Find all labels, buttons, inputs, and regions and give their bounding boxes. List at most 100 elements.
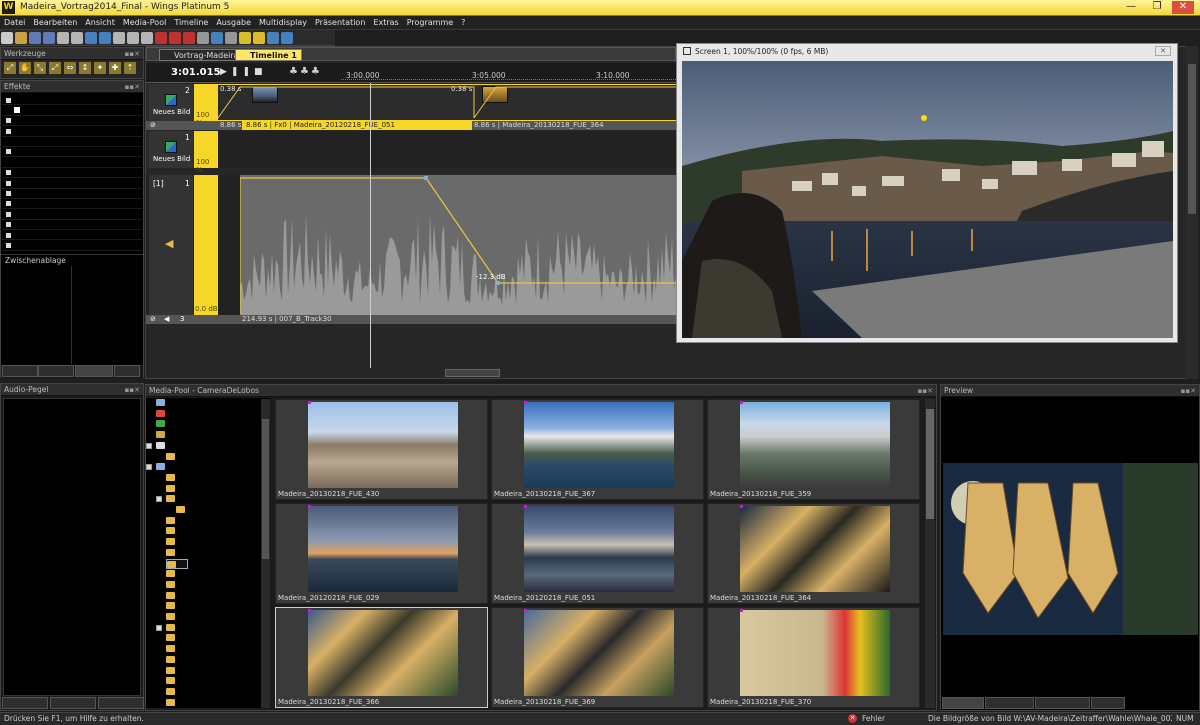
delete-icon[interactable] <box>155 32 167 44</box>
tab-timeline-1[interactable]: Timeline 1 <box>235 49 302 61</box>
tree-item[interactable] <box>166 601 178 611</box>
tree-scrollbar[interactable] <box>261 399 270 708</box>
save-icon[interactable] <box>29 32 41 44</box>
print-icon[interactable] <box>57 32 69 44</box>
tree-item[interactable] <box>156 398 168 408</box>
tree-item[interactable] <box>166 612 178 622</box>
effekt-row[interactable] <box>2 168 142 179</box>
tree-item[interactable] <box>166 537 178 547</box>
effekt-row[interactable] <box>2 209 142 220</box>
tab-effekte-1[interactable] <box>38 365 74 377</box>
tree-item[interactable] <box>166 548 178 558</box>
menu-item-9[interactable]: Programme <box>403 16 457 30</box>
tab-effekte-0[interactable] <box>2 365 38 377</box>
app-icon[interactable]: W <box>2 1 15 14</box>
menu-item-4[interactable]: Timeline <box>170 16 212 30</box>
hand-tool-icon[interactable]: ✋ <box>19 62 31 74</box>
media-thumbnail[interactable]: Madeira_20130218_FUE_430 <box>275 399 488 500</box>
help-icon[interactable] <box>267 32 279 44</box>
resize-tool-icon[interactable]: ↕ <box>79 62 91 74</box>
print-preview-icon[interactable] <box>71 32 83 44</box>
tree-item[interactable] <box>156 623 178 633</box>
tab-vortrag-madeira[interactable]: Vortrag-Madeira <box>159 49 244 61</box>
warning-icon[interactable] <box>239 32 251 44</box>
effekt-row[interactable] <box>2 178 142 189</box>
save-as-icon[interactable] <box>43 32 55 44</box>
close-button[interactable]: ✕ <box>1172 1 1194 14</box>
timeline-vscroll[interactable] <box>1186 46 1198 379</box>
about-icon[interactable] <box>281 32 293 44</box>
tree-item[interactable] <box>166 526 178 536</box>
menu-item-5[interactable]: Ausgabe <box>212 16 255 30</box>
record-icon[interactable] <box>183 32 195 44</box>
tree-item[interactable] <box>146 441 168 451</box>
tab-preview-0[interactable] <box>942 697 984 709</box>
menu-item-7[interactable]: Präsentation <box>311 16 369 30</box>
expand-icon[interactable] <box>6 149 11 155</box>
tree-item[interactable] <box>166 687 178 697</box>
mute-icon[interactable]: ⊘ <box>150 121 156 129</box>
tab-audiopegel-0[interactable] <box>2 697 48 709</box>
expand-icon[interactable] <box>6 232 11 238</box>
tree-item[interactable] <box>166 676 178 686</box>
tab-effekte-3[interactable] <box>114 365 140 377</box>
panel-buttons-icon[interactable]: ▪▪✕ <box>1181 385 1196 397</box>
expand-icon[interactable] <box>6 191 11 197</box>
expand-icon[interactable] <box>6 118 11 124</box>
expand-icon[interactable] <box>146 442 152 449</box>
media-thumbnail[interactable]: Madeira_20120218_FUE_051 <box>491 503 704 604</box>
crop-tool-icon[interactable]: ⤢ <box>49 62 61 74</box>
media-thumbnail[interactable]: Madeira_20130218_FUE_364 <box>707 503 920 604</box>
expand-icon[interactable] <box>6 201 11 207</box>
panel-buttons-icon[interactable]: ▪▪✕ <box>125 384 140 396</box>
error-icon[interactable]: ✕ <box>848 714 857 723</box>
tree-item[interactable] <box>166 580 178 590</box>
tree-item[interactable] <box>176 505 188 515</box>
menu-item-10[interactable]: ? <box>457 16 469 30</box>
mute-icon[interactable]: ⊘ <box>150 315 156 323</box>
tree-item[interactable] <box>156 430 168 440</box>
tab-preview-2[interactable] <box>1035 697 1090 709</box>
expand-icon[interactable] <box>6 97 11 103</box>
star-tool-icon[interactable]: ✦ <box>94 62 106 74</box>
tree-item[interactable] <box>156 494 178 504</box>
expand-icon[interactable] <box>6 180 11 186</box>
redo-icon[interactable] <box>99 32 111 44</box>
tree-item[interactable] <box>166 666 178 676</box>
monitor-icon[interactable] <box>225 32 237 44</box>
tree-item[interactable] <box>166 655 178 665</box>
effekt-row[interactable] <box>2 240 142 251</box>
expand-icon[interactable] <box>6 211 11 217</box>
select-tool-icon[interactable]: ⤢ <box>4 62 16 74</box>
media-thumbnail[interactable]: Madeira_20130218_FUE_367 <box>491 399 704 500</box>
status-fehler[interactable]: Fehler <box>862 713 885 725</box>
effekt-row[interactable] <box>2 147 142 158</box>
effekt-row[interactable] <box>2 199 142 210</box>
media-thumbnail[interactable]: Madeira_20130218_FUE_366 <box>275 607 488 708</box>
effekt-row[interactable] <box>2 157 142 168</box>
open-icon[interactable] <box>15 32 27 44</box>
effekt-row[interactable] <box>2 95 142 106</box>
tree-item[interactable] <box>166 484 178 494</box>
selected-clip-info[interactable]: 8.86 s | Fx0 | Madeira_20120218_FUE_051 <box>242 121 472 130</box>
tree-item[interactable] <box>156 409 168 419</box>
expand-icon[interactable] <box>6 128 11 134</box>
panel-buttons-icon[interactable]: ▪▪✕ <box>125 48 140 60</box>
menu-item-3[interactable]: Media-Pool <box>119 16 170 30</box>
stretch-tool-icon[interactable]: ⇔ <box>64 62 76 74</box>
cut-icon[interactable] <box>113 32 125 44</box>
tree-item[interactable] <box>166 569 178 579</box>
tree-item[interactable] <box>166 633 178 643</box>
effekt-row[interactable] <box>2 126 142 137</box>
scale-tool-icon[interactable]: ⤡ <box>34 62 46 74</box>
tab-effekte-2[interactable] <box>75 365 113 377</box>
undo-icon[interactable] <box>85 32 97 44</box>
stop-icon[interactable] <box>169 32 181 44</box>
speaker-small-icon[interactable]: ◀ <box>164 315 169 323</box>
tree-item[interactable] <box>166 591 178 601</box>
menu-item-6[interactable]: Multidisplay <box>255 16 311 30</box>
grid-scrollbar[interactable] <box>925 399 935 708</box>
tree-item[interactable] <box>166 644 178 654</box>
timeline-scrollbar[interactable] <box>445 369 500 377</box>
expand-icon[interactable] <box>6 170 11 176</box>
